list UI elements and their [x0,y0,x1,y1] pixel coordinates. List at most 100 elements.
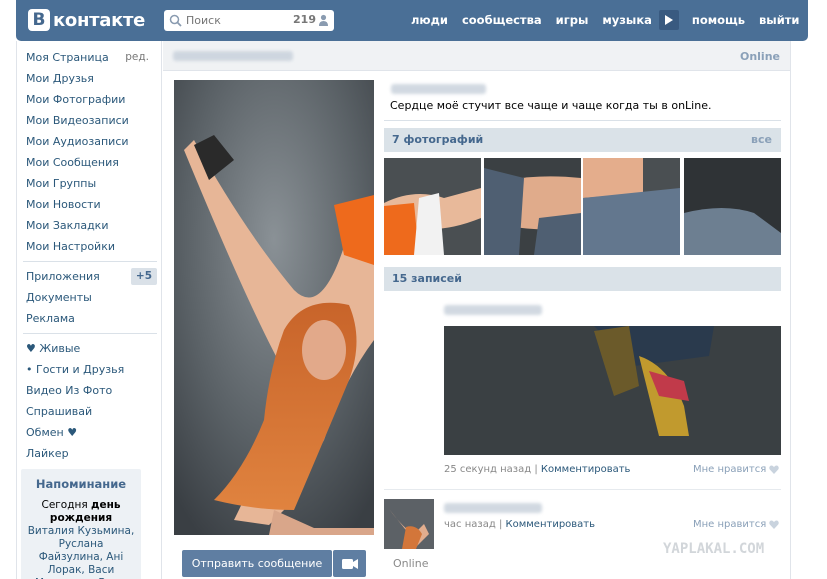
play-button[interactable] [658,10,679,30]
sidebar-item-ads[interactable]: Реклама [17,308,161,329]
video-call-button[interactable] [333,550,366,577]
post-author-blurred [444,305,542,315]
post2-online-status: Online [393,557,429,570]
post2-author-blurred [444,503,542,513]
send-message-button[interactable]: Отправить сообщение [182,550,332,577]
like-label: Мне нравится [693,464,767,475]
search-icon [169,14,182,27]
profile-name-blurred [173,51,293,61]
post1-time[interactable]: 25 секунд назад [444,464,531,475]
photo-thumb-4[interactable] [684,158,781,255]
reminder-text: Сегодня день рождения Виталия Кузьмина, … [21,499,141,579]
status-divider [384,120,781,121]
online-status: Online [739,50,780,63]
reminder-box: Напоминание Сегодня день рождения Витали… [21,469,141,579]
sidebar-item-guests[interactable]: • Гости и Друзья [17,359,161,380]
online-friends-count: 219 [293,13,316,26]
sidebar-item-alive[interactable]: ♥ Живые [17,338,161,359]
sidebar-item-videos[interactable]: Мои Видеозаписи [17,110,161,131]
posts-header[interactable]: 15 записей [384,267,781,291]
reminder-today: Сегодня [41,499,88,511]
sidebar-menu-extra: ♥ Живые • Гости и Друзья Видео Из Фото С… [17,338,161,464]
sidebar-item-my-page[interactable]: Моя Страница ред. [17,47,161,68]
photo-thumb-3[interactable] [583,158,680,255]
post2-avatar[interactable] [384,499,434,549]
profile-name-blurred-2 [391,84,486,94]
sidebar-menu-apps: Приложения +5 Документы Реклама [17,266,161,329]
sidebar-divider [23,333,157,334]
sidebar-item-apps[interactable]: Приложения +5 [17,266,161,287]
profile-status[interactable]: Сердце моё стучит все чаще и чаще когда … [390,99,711,112]
photos-header[interactable]: 7 фотографий все [384,128,781,152]
sidebar-item-news[interactable]: Мои Новости [17,194,161,215]
post1-comment-link[interactable]: Комментировать [541,464,631,475]
camera-icon [341,558,358,569]
sidebar-item-documents[interactable]: Документы [17,287,161,308]
post2-comment-link[interactable]: Комментировать [506,519,596,530]
meta-separator: | [534,464,538,475]
post2-avatar-image [384,499,434,549]
photo-thumb-1[interactable] [384,158,481,255]
photo-thumb-2[interactable] [484,158,581,255]
sidebar-item-label: Приложения [26,270,100,283]
nav-games[interactable]: игры [549,13,596,27]
search-box[interactable]: 219 [164,10,334,31]
post-divider [384,489,781,490]
watermark-text: YAPLAKAL.COM [663,541,765,557]
photos-title[interactable]: 7 фотографий [392,133,483,146]
posts-title[interactable]: 15 записей [392,272,462,285]
top-nav: люди сообщества игры музыка помощь выйти [404,0,807,40]
post2-time[interactable]: час назад [444,519,496,530]
reminder-names[interactable]: Виталия Кузьмина, Руслана Файзулина, Ані… [28,525,135,579]
sidebar-item-messages[interactable]: Мои Сообщения [17,152,161,173]
post2-meta: час назад | Комментировать [444,519,595,530]
avatar-image [174,80,374,535]
left-sidebar: Моя Страница ред. Мои Друзья Мои Фотогра… [16,41,162,579]
post2-like-button[interactable]: Мне нравится [693,519,780,530]
reminder-title: Напоминание [35,477,127,491]
sidebar-item-label: Моя Страница [26,51,109,64]
photo-image [684,158,781,255]
sidebar-divider [23,261,157,262]
photo-image [583,158,680,255]
sidebar-item-photos[interactable]: Мои Фотографии [17,89,161,110]
like-label: Мне нравится [693,519,767,530]
profile-avatar[interactable] [174,80,374,535]
photo-image [484,158,581,255]
vk-logo[interactable]: В контакте [28,8,145,32]
sidebar-item-video-from-photo[interactable]: Видео Из Фото [17,380,161,401]
sidebar-item-bookmarks[interactable]: Мои Закладки [17,215,161,236]
sidebar-item-liker[interactable]: Лайкер [17,443,161,464]
photo-image [384,158,481,255]
post-image[interactable] [444,326,781,455]
heart-icon [769,520,780,529]
play-icon [664,15,673,25]
profile-top-bar: Online [163,41,790,71]
photos-all-link[interactable]: все [751,133,772,146]
logo-badge: В [28,9,50,31]
nav-logout[interactable]: выйти [752,13,806,27]
meta-separator: | [498,519,503,530]
profile-main: Online Отправить сообщение Сердце моё ст… [163,41,791,579]
post1-like-button[interactable]: Мне нравится [693,464,780,475]
sidebar-item-audio[interactable]: Мои Аудиозаписи [17,131,161,152]
nav-communities[interactable]: сообщества [455,13,549,27]
sidebar-item-friends[interactable]: Мои Друзья [17,68,161,89]
post-photo [444,326,781,455]
sidebar-menu: Моя Страница ред. Мои Друзья Мои Фотогра… [17,41,161,257]
heart-icon [769,465,780,474]
search-input[interactable] [186,11,286,30]
edit-link[interactable]: ред. [125,47,149,68]
sidebar-item-groups[interactable]: Мои Группы [17,173,161,194]
person-icon [319,14,328,26]
post1-meta: 25 секунд назад | Комментировать [444,464,630,475]
logo-text: контакте [53,9,146,31]
apps-badge: +5 [130,268,157,285]
nav-music[interactable]: музыка [595,13,659,27]
top-header: В контакте 219 люди сообщества игры музы… [16,0,808,41]
sidebar-item-settings[interactable]: Мои Настройки [17,236,161,257]
nav-help[interactable]: помощь [685,13,752,27]
sidebar-item-exchange[interactable]: Обмен ♥ [17,422,161,443]
nav-people[interactable]: люди [404,13,455,27]
sidebar-item-ask[interactable]: Спрашивай [17,401,161,422]
